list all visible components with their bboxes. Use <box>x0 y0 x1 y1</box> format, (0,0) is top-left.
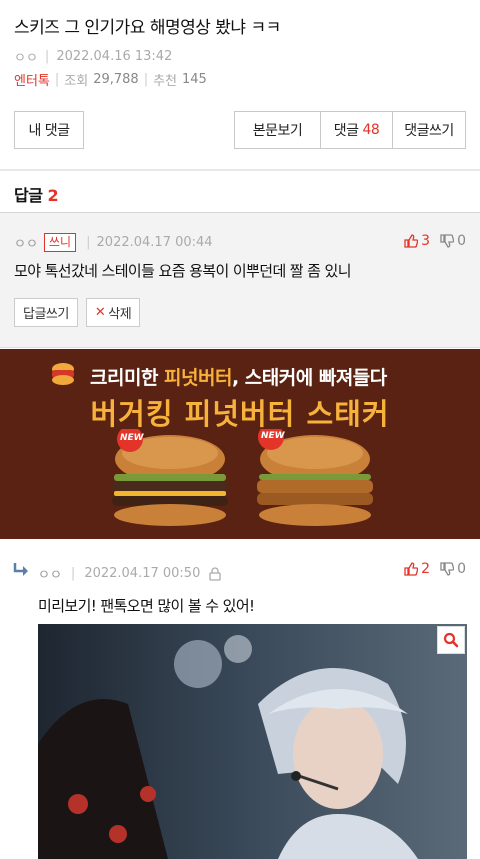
comment-date: 2022.04.17 00:50 <box>84 566 201 581</box>
view-post-button[interactable]: 본문보기 <box>235 112 321 148</box>
thumbs-down-icon <box>440 234 455 248</box>
ad-headline-pre: 크리미한 <box>90 367 165 389</box>
comment-actions: 답글쓰기 ✕ 삭제 <box>14 298 141 327</box>
reply-arrow-icon <box>13 563 28 576</box>
ad-title: 버거킹 피넛버터 스태커 <box>90 397 390 431</box>
delete-label: 삭제 <box>108 307 132 322</box>
comment-author: ㅇㅇ <box>38 568 62 583</box>
post-category[interactable]: 엔터톡 <box>14 70 50 89</box>
my-comments-button[interactable]: 내 댓글 <box>14 111 84 149</box>
ad-headline-highlight: 피넛버터 <box>164 367 232 389</box>
comment-text: 미리보기! 팬톡오면 많이 볼 수 있어! <box>38 597 255 615</box>
lock-icon <box>209 566 221 581</box>
divider: | <box>54 71 60 87</box>
photo-placeholder <box>38 624 467 859</box>
recommend-label: 추천 <box>153 73 178 89</box>
comment-author: ㅇㅇ <box>14 237 38 252</box>
comment-nav-group: 본문보기 댓글 48 댓글쓰기 <box>234 111 466 149</box>
comment-text: 모야 톡선갔네 스테이들 요즘 용복이 이뿌던데 짤 좀 있니 <box>14 262 352 280</box>
replies-count: 2 <box>47 186 59 205</box>
new-badge: NEW <box>120 433 144 443</box>
divider: | <box>143 71 149 87</box>
downvote-button[interactable]: 0 <box>440 233 466 249</box>
post-header: 스키즈 그 인기가요 해명영상 봤냐 ㅋㅋ ㅇㅇ | 2022.04.16 13… <box>0 0 480 89</box>
comment-meta: ㅇㅇ | 2022.04.17 00:50 <box>38 564 221 583</box>
thumbs-up-icon <box>404 234 419 248</box>
ad-headline: 크리미한 피넛버터, 스태커에 빠져들다 <box>90 363 387 390</box>
comments-button[interactable]: 댓글 48 <box>321 112 393 148</box>
replies-label: 답글 <box>14 186 43 205</box>
thumbs-down-icon <box>440 562 455 576</box>
burger-image <box>257 429 373 526</box>
ad-headline-post: , 스태커에 빠져들다 <box>231 367 387 389</box>
post-meta-stats: 엔터톡 | 조회 29,788 | 추천 145 <box>14 70 466 89</box>
upvote-count: 3 <box>421 233 431 249</box>
write-comment-button[interactable]: 댓글쓰기 <box>393 112 465 148</box>
comment-votes: 2 0 <box>404 561 466 577</box>
upvote-button[interactable]: 3 <box>404 233 430 249</box>
comment-button-bar: 내 댓글 본문보기 댓글 48 댓글쓰기 <box>0 111 480 151</box>
close-icon: ✕ <box>94 305 106 320</box>
comment-meta: ㅇㅇ 쓰니 | 2022.04.17 00:44 <box>14 233 213 252</box>
burger-king-logo <box>52 363 74 385</box>
new-badge: NEW <box>261 431 285 441</box>
comment-date: 2022.04.17 00:44 <box>96 235 213 250</box>
divider: | <box>70 566 76 581</box>
ad-banner[interactable]: 크리미한 피넛버터, 스태커에 빠져들다 버거킹 피넛버터 스태커 NEW NE… <box>0 349 480 539</box>
section-divider <box>0 169 480 171</box>
downvote-button[interactable]: 0 <box>440 561 466 577</box>
views-count: 29,788 <box>93 71 139 87</box>
replies-heading: 답글 2 <box>14 182 59 206</box>
writer-badge: 쓰니 <box>43 233 77 252</box>
thumbs-up-icon <box>404 562 419 576</box>
comment-votes: 3 0 <box>404 233 466 249</box>
comment-image[interactable] <box>38 624 467 859</box>
delete-button[interactable]: ✕ 삭제 <box>85 298 141 327</box>
comment-item: ㅇㅇ 쓰니 | 2022.04.17 00:44 3 0 모야 톡선갔네 스테이… <box>0 213 480 348</box>
downvote-count: 0 <box>457 561 466 577</box>
zoom-button[interactable] <box>437 626 465 654</box>
upvote-button[interactable]: 2 <box>404 561 430 577</box>
comments-label: 댓글 <box>333 123 359 139</box>
upvote-count: 2 <box>421 561 431 577</box>
comments-count: 48 <box>362 122 380 138</box>
post-date: 2022.04.16 13:42 <box>56 48 173 64</box>
post-title: 스키즈 그 인기가요 해명영상 봤냐 ㅋㅋ <box>14 18 281 38</box>
search-icon <box>443 632 459 648</box>
post-author: ㅇㅇ <box>14 50 38 66</box>
post-meta-author: ㅇㅇ | 2022.04.16 13:42 <box>14 47 466 66</box>
divider: | <box>44 48 50 64</box>
divider: | <box>82 235 91 250</box>
recommend-count: 145 <box>182 71 207 87</box>
downvote-count: 0 <box>457 233 466 249</box>
burger-image <box>112 429 228 526</box>
comment-item: ㅇㅇ | 2022.04.17 00:50 2 0 미리보기! 팬톡오면 많이 … <box>0 545 480 859</box>
reply-button[interactable]: 답글쓰기 <box>14 298 78 327</box>
views-label: 조회 <box>64 73 89 89</box>
